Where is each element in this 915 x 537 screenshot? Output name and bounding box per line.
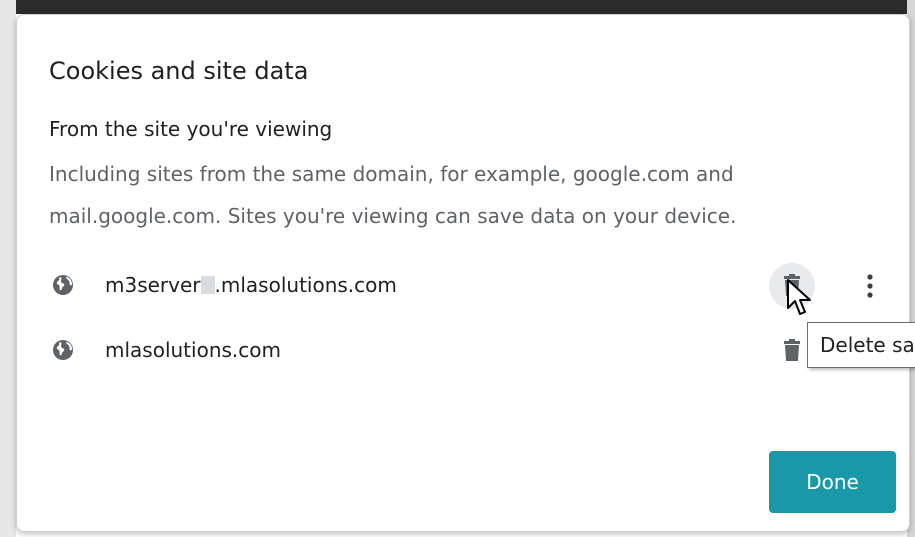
section-title: From the site you're viewing bbox=[49, 117, 333, 141]
site-label-m3server: m3server .mlasolutions.com bbox=[105, 273, 397, 297]
site-name-prefix: m3server bbox=[105, 273, 201, 297]
more-actions-button[interactable] bbox=[853, 265, 887, 305]
globe-icon bbox=[51, 338, 75, 362]
site-label-mlasolutions: mlasolutions.com bbox=[105, 338, 281, 362]
mouse-cursor-icon bbox=[786, 278, 816, 326]
globe-icon bbox=[51, 273, 75, 297]
background-window-top bbox=[0, 0, 915, 14]
redacted-block bbox=[200, 276, 215, 294]
site-row-mlasolutions: mlasolutions.com bbox=[49, 330, 879, 370]
dialog-title: Cookies and site data bbox=[49, 57, 309, 85]
done-button[interactable]: Done bbox=[769, 451, 896, 513]
cookies-dialog: Cookies and site data From the site you'… bbox=[16, 14, 910, 532]
section-description: Including sites from the same domain, fo… bbox=[49, 162, 737, 228]
site-row-m3server: m3server .mlasolutions.com bbox=[49, 263, 879, 309]
background-window-left bbox=[0, 0, 16, 537]
delete-tooltip: Delete sa bbox=[807, 322, 915, 368]
site-name-suffix: .mlasolutions.com bbox=[214, 273, 397, 297]
